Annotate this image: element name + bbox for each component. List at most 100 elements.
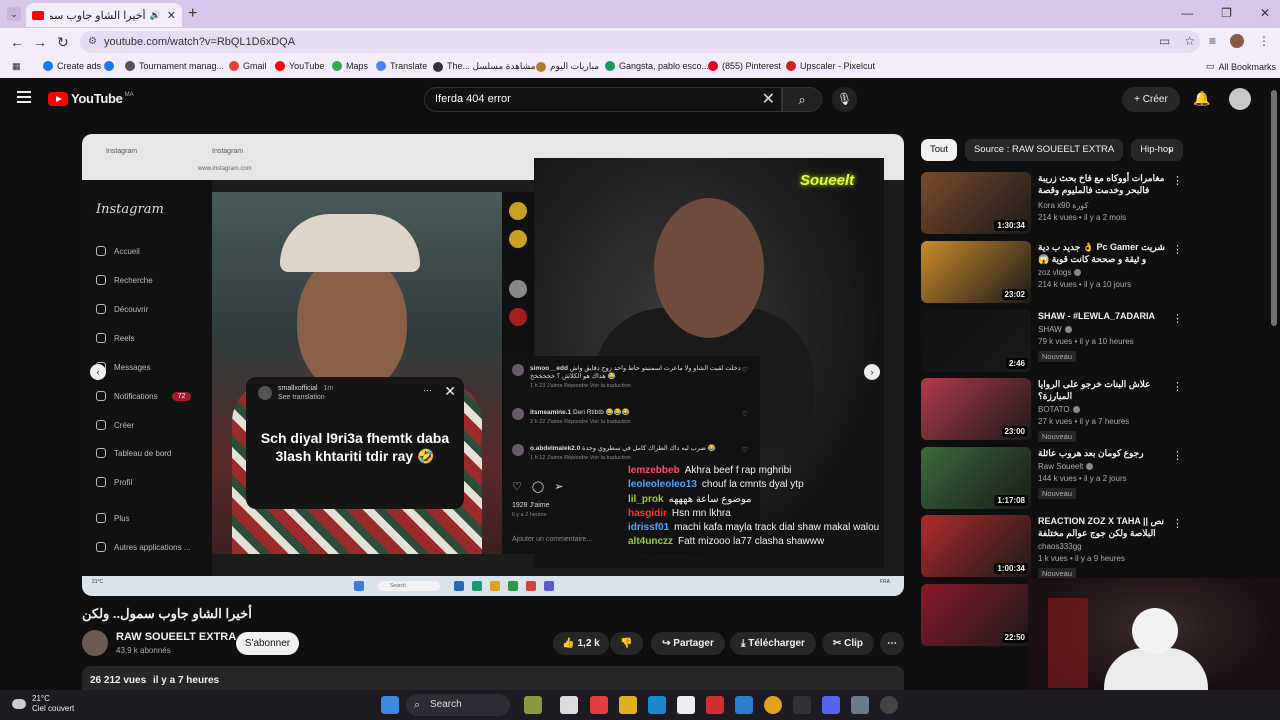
dislike-button[interactable]: 👎 xyxy=(610,632,643,655)
cast-icon[interactable]: ▭ xyxy=(1159,34,1170,48)
reload-icon[interactable]: ↻ xyxy=(57,34,69,51)
create-button[interactable]: + Créer xyxy=(1122,87,1180,112)
bookmark-star-icon[interactable]: ☆ xyxy=(1184,34,1195,48)
bookmark-item[interactable]: Tournament manag... xyxy=(125,61,224,71)
bookmark-item[interactable]: Gangsta, pablo esco... xyxy=(605,61,709,71)
user-avatar[interactable] xyxy=(1229,88,1251,110)
bookmark-item[interactable]: Gmail xyxy=(229,61,267,71)
chrome-icon[interactable] xyxy=(764,696,782,714)
more-vert-icon[interactable]: ⋮ xyxy=(1172,243,1183,256)
video-title[interactable]: رجوع كومان بعد هروب عائلة xyxy=(1038,447,1166,459)
more-vert-icon[interactable]: ⋮ xyxy=(1172,312,1183,325)
media-controls-icon[interactable]: ≡ xyxy=(1209,34,1216,48)
speaker-icon[interactable]: 🔊 xyxy=(150,10,161,21)
bookmark-item[interactable]: Translate xyxy=(376,61,427,71)
notifications-bell-icon[interactable]: 🔔 xyxy=(1193,90,1210,107)
app-icon[interactable] xyxy=(590,696,608,714)
more-vert-icon[interactable]: ⋮ xyxy=(1172,380,1183,393)
more-actions-button[interactable]: ⋯ xyxy=(880,632,904,655)
unreal-icon[interactable] xyxy=(793,696,811,714)
weather-widget[interactable]: 21°C Ciel couvert xyxy=(12,694,74,714)
video-channel[interactable]: Raw Soueelt xyxy=(1038,462,1166,471)
channel-name[interactable]: RAW SOUEELT EXTRA xyxy=(116,631,236,643)
video-thumbnail[interactable]: 23:00 xyxy=(921,378,1031,440)
recommended-video[interactable]: 1:30:34 مغامرات أووكاه مع فاخ بحث زريبة ف… xyxy=(921,172,1183,234)
edge-icon[interactable] xyxy=(648,696,666,714)
channel-avatar[interactable] xyxy=(82,630,108,656)
browser-tab[interactable]: أخيرا الشاو جاوب سمول.. ولكن 🔊 ✕ xyxy=(26,3,182,27)
recommended-video[interactable]: 1:00:34 REACTION ZOZ X TAHA || نص البلاصة… xyxy=(921,515,1183,579)
video-title[interactable]: مغامرات أووكاه مع فاخ بحث زريبة فالبحر و… xyxy=(1038,172,1166,198)
all-bookmarks-button[interactable]: ▭ All Bookmarks xyxy=(1206,61,1276,72)
video-title[interactable]: علاش البنات خرجو على الروايا المبارزة؟ xyxy=(1038,378,1166,402)
video-player[interactable]: Instagram Instagram www.instagram.com In… xyxy=(82,134,904,596)
search-button[interactable]: ⌕ xyxy=(782,87,822,112)
video-title[interactable]: REACTION ZOZ X TAHA || نص البلاصة ولكن ج… xyxy=(1038,515,1166,539)
back-icon[interactable]: ← xyxy=(10,34,24,50)
bookmark-item[interactable]: YouTube xyxy=(275,61,324,71)
url-field[interactable]: ⚙ youtube.com/watch?v=RbQL1D6xDQA xyxy=(80,31,1200,53)
clip-button[interactable]: ✂ Clip xyxy=(822,632,874,655)
widgets-icon[interactable] xyxy=(524,696,542,714)
browser-menu-icon[interactable]: ⋮ xyxy=(1258,34,1270,48)
like-button[interactable]: 👍 1,2 k xyxy=(553,632,609,655)
file-explorer-icon[interactable] xyxy=(619,696,637,714)
recommended-video[interactable]: 22:50 xyxy=(921,584,1031,646)
new-tab-button[interactable]: + xyxy=(188,5,197,23)
bookmark-item[interactable]: Maps xyxy=(332,61,368,71)
recommended-video[interactable]: 2:46 SHAW - #LEWLA_7ADARIA SHAW 79 k vues •… xyxy=(921,310,1183,372)
filter-chip[interactable]: Source : RAW SOUEELT EXTRA xyxy=(964,139,1124,161)
filter-chip[interactable]: Hip-hop xyxy=(1131,139,1183,161)
chevron-right-icon[interactable]: › xyxy=(1168,143,1172,157)
store-icon[interactable] xyxy=(677,696,695,714)
video-thumbnail[interactable]: 1:17:08 xyxy=(921,447,1031,509)
apps-grid-icon[interactable]: ▦ xyxy=(12,61,21,72)
video-thumbnail[interactable]: 1:00:34 xyxy=(921,515,1031,577)
recommended-video[interactable]: 23:02 شريت Pc Gamer 👌 جديد ب دية و ثيقة و… xyxy=(921,241,1183,303)
discord-icon[interactable] xyxy=(822,696,840,714)
youtube-logo[interactable]: YouTube MA xyxy=(48,91,134,106)
bookmark-item[interactable]: (855) Pinterest xyxy=(708,61,781,71)
clear-search-icon[interactable]: ✕ xyxy=(762,88,775,111)
menu-icon[interactable] xyxy=(17,91,31,103)
profile-avatar[interactable] xyxy=(1230,34,1244,48)
minimize-icon[interactable]: — xyxy=(1181,6,1193,20)
video-channel[interactable]: Kora x90 كورة xyxy=(1038,201,1166,210)
video-channel[interactable]: BOTATO xyxy=(1038,405,1166,414)
voice-search-icon[interactable]: 🎙 xyxy=(832,87,857,112)
page-scrollbar[interactable] xyxy=(1271,90,1277,326)
video-title[interactable]: شريت Pc Gamer 👌 جديد ب دية و ثيقة و صححة… xyxy=(1038,241,1166,265)
bookmark-item[interactable]: The... مشاهدة مسلسل xyxy=(433,61,535,72)
close-tab-icon[interactable]: ✕ xyxy=(167,9,176,22)
start-icon[interactable] xyxy=(381,696,399,714)
bookmark-item[interactable]: مباريات اليوم xyxy=(536,61,599,72)
search-input[interactable]: Iferda 404 error ✕ xyxy=(424,87,782,112)
settings-icon[interactable] xyxy=(851,696,869,714)
vscode-icon[interactable] xyxy=(735,696,753,714)
share-button[interactable]: ↪ Partager xyxy=(651,632,725,655)
video-thumbnail[interactable]: 2:46 xyxy=(921,310,1031,372)
video-thumbnail[interactable]: 1:30:34 xyxy=(921,172,1031,234)
obs-icon[interactable] xyxy=(880,696,898,714)
video-channel[interactable]: chaos333gg xyxy=(1038,542,1166,551)
site-info-icon[interactable]: ⚙ xyxy=(88,31,97,53)
close-window-icon[interactable]: ✕ xyxy=(1260,6,1270,20)
recommended-video[interactable]: 1:17:08 رجوع كومان بعد هروب عائلة Raw Soue… xyxy=(921,447,1183,509)
video-thumbnail[interactable]: 23:02 xyxy=(921,241,1031,303)
video-title[interactable]: SHAW - #LEWLA_7ADARIA xyxy=(1038,310,1166,322)
app-icon[interactable] xyxy=(706,696,724,714)
recommended-video[interactable]: 23:00 علاش البنات خرجو على الروايا المبار… xyxy=(921,378,1183,442)
bookmark-item[interactable] xyxy=(104,61,118,71)
more-vert-icon[interactable]: ⋮ xyxy=(1172,174,1183,187)
download-button[interactable]: ⤓ Télécharger xyxy=(730,632,816,655)
maximize-icon[interactable]: ❐ xyxy=(1221,6,1232,20)
taskbar-search[interactable]: ⌕ Search xyxy=(406,694,510,716)
video-thumbnail[interactable]: 22:50 xyxy=(921,584,1031,646)
bookmark-item[interactable]: Create ads xyxy=(43,61,101,71)
video-channel[interactable]: zoz vlogs xyxy=(1038,268,1166,277)
tab-search-button[interactable]: ⌄ xyxy=(7,7,21,21)
more-vert-icon[interactable]: ⋮ xyxy=(1172,517,1183,530)
filter-chip[interactable]: Tout xyxy=(921,139,957,161)
task-view-icon[interactable] xyxy=(560,696,578,714)
forward-icon[interactable]: → xyxy=(33,34,47,50)
